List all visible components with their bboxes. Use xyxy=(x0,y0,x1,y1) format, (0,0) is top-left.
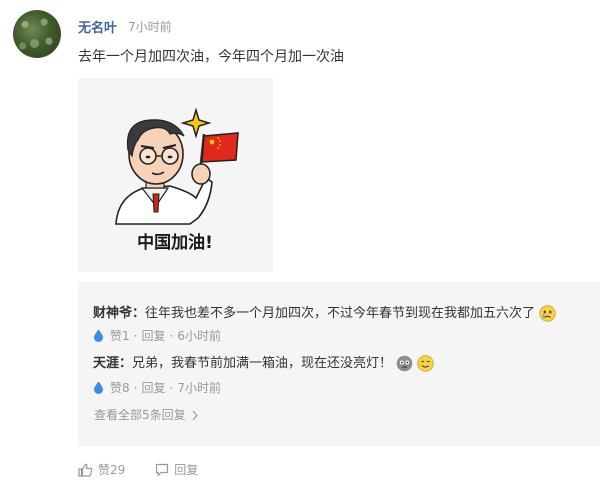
like-drop-icon[interactable] xyxy=(93,381,104,394)
separator-dot: · xyxy=(169,380,174,395)
reply-time: 6小时前 xyxy=(177,329,221,343)
post-image[interactable]: 中国加油! xyxy=(78,78,273,272)
reply-button[interactable]: 回复 xyxy=(155,461,198,478)
separator-dot: · xyxy=(133,328,138,343)
reply-colon: ： xyxy=(119,356,133,371)
reply-like-count[interactable]: 赞1 xyxy=(110,327,130,344)
chevron-right-icon xyxy=(193,410,199,421)
reply-like-count[interactable]: 赞8 xyxy=(110,379,130,396)
post-username[interactable]: 无名叶 xyxy=(78,17,117,36)
separator-dot: · xyxy=(169,328,174,343)
reply-text: 往年我也差不多一个月加四次，不过今年春节到现在我都加五六次了 xyxy=(145,306,536,321)
doctor-flag-illustration: 中国加油! xyxy=(115,107,239,253)
replies-panel: 财神爷：往年我也差不多一个月加四次，不过今年春节到现在我都加五六次了 赞1 · … xyxy=(78,282,600,446)
reply-reply-button[interactable]: 回复 xyxy=(141,379,165,396)
reply-label: 回复 xyxy=(174,463,199,477)
reply-author[interactable]: 天涯 xyxy=(93,356,119,371)
reply-1-meta: 赞1 · 回复 · 6小时前 xyxy=(93,327,221,344)
speechless-emoji-icon xyxy=(396,355,413,372)
see-all-replies-link[interactable]: 查看全部5条回复 xyxy=(94,406,199,423)
thumbs-up-icon xyxy=(78,463,93,477)
reply-2: 天涯：兄弟，我春节前加满一箱油，现在还没亮灯！ xyxy=(93,352,435,372)
separator-dot: · xyxy=(133,380,138,395)
reply-time: 7小时前 xyxy=(177,381,221,395)
china-flag-icon xyxy=(201,132,239,163)
reply-text: 兄弟，我春节前加满一箱油，现在还没亮灯！ xyxy=(132,356,393,371)
avatar[interactable] xyxy=(13,10,61,58)
image-caption: 中国加油! xyxy=(137,232,213,253)
crying-emoji-icon xyxy=(539,305,556,322)
comment-icon xyxy=(156,463,169,477)
reply-1: 财神爷：往年我也差不多一个月加四次，不过今年春节到现在我都加五六次了 xyxy=(93,302,556,322)
like-button[interactable]: 赞29 xyxy=(78,461,125,478)
post-time: 7小时前 xyxy=(128,20,172,34)
like-drop-icon[interactable] xyxy=(93,329,104,342)
post-footer: 赞29 回复 xyxy=(78,461,228,478)
smile-emoji-icon xyxy=(417,355,435,372)
like-count: 赞29 xyxy=(98,463,126,477)
reply-2-meta: 赞8 · 回复 · 7小时前 xyxy=(93,379,221,396)
sparkle-icon xyxy=(180,107,212,139)
post-text: 去年一个月加四次油，今年四个月加一次油 xyxy=(78,49,344,65)
see-all-label: 查看全部5条回复 xyxy=(94,408,186,422)
reply-author[interactable]: 财神爷 xyxy=(93,306,132,321)
reply-colon: ： xyxy=(132,306,146,321)
reply-reply-button[interactable]: 回复 xyxy=(141,327,165,344)
